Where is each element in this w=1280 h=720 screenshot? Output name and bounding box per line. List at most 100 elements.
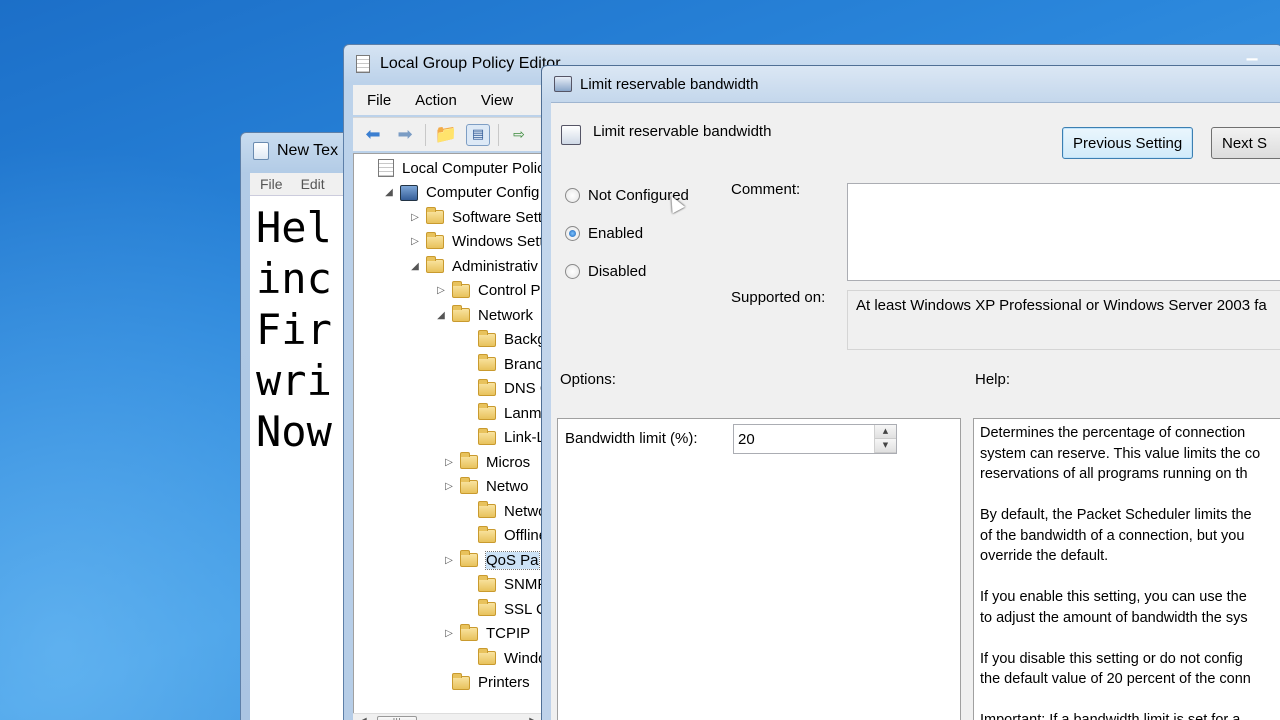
scroll-thumb[interactable]: ||| — [376, 716, 417, 720]
radio-label: Enabled — [588, 225, 644, 242]
expand-arrow-icon[interactable]: ▷ — [408, 212, 422, 223]
tree-node[interactable]: ▷ Control Pa — [434, 279, 542, 303]
menu-file[interactable]: File — [260, 176, 283, 192]
up-folder-icon[interactable]: 📁 — [434, 124, 458, 146]
tree-node-label: Software Setti — [452, 208, 543, 226]
radio-button-icon — [565, 188, 580, 203]
tree-node[interactable]: ▷ QoS Pa — [442, 548, 540, 572]
collapse-arrow-icon[interactable]: ◢ — [434, 310, 448, 321]
tree-node[interactable]: ◢ Computer Config — [382, 181, 539, 205]
comment-label: Comment: — [731, 181, 801, 198]
tree-node-label: Netwo — [486, 478, 529, 495]
tree-node[interactable]: Link-L — [460, 426, 543, 450]
collapse-arrow-icon[interactable]: ◢ — [382, 187, 396, 198]
spin-up-icon[interactable]: ▲ — [875, 425, 896, 439]
folder-icon — [478, 648, 496, 665]
tree-node[interactable]: Netwo — [460, 499, 542, 523]
tree-node[interactable]: Printers — [434, 671, 530, 695]
menu-file[interactable]: File — [367, 92, 391, 109]
menu-view[interactable]: View — [481, 92, 513, 109]
tree-node[interactable]: ▷ Windows Sett — [408, 230, 543, 254]
folder-icon — [426, 231, 444, 249]
folder-icon — [478, 354, 496, 371]
radio-enabled[interactable]: Enabled — [565, 225, 643, 242]
notepad-icon — [253, 142, 269, 160]
spin-down-icon[interactable]: ▼ — [875, 439, 896, 453]
bandwidth-limit-spinner[interactable]: 20 ▲ ▼ — [733, 424, 897, 454]
help-paragraph: If you enable this setting, you can use … — [980, 587, 1280, 628]
tree-node-label: Local Computer Polic — [402, 159, 543, 177]
policy-setting-dialog[interactable]: Limit reservable bandwidth Limit reserva… — [541, 65, 1280, 720]
tree-node[interactable]: Branch — [460, 352, 542, 376]
help-text-line: override the default. — [980, 548, 1109, 564]
tree-node-label: Network — [478, 306, 534, 324]
expand-arrow-icon[interactable]: ▷ — [408, 236, 422, 247]
dialog-titlebar[interactable]: Limit reservable bandwidth — [542, 66, 1280, 102]
menu-edit[interactable]: Edit — [301, 176, 325, 192]
policy-editor-icon — [356, 55, 370, 73]
show-hide-tree-icon[interactable]: ▤ — [466, 123, 490, 146]
expand-arrow-icon[interactable]: ▷ — [442, 457, 456, 468]
supported-on-value: At least Windows XP Professional or Wind… — [847, 290, 1280, 350]
tree-node-label: Lanma — [504, 404, 542, 422]
help-paragraph: If you disable this setting or do not co… — [980, 649, 1280, 690]
options-label: Options: — [560, 371, 616, 388]
expand-arrow-icon[interactable]: ▷ — [442, 555, 456, 566]
comment-input[interactable] — [847, 183, 1280, 281]
tree-node[interactable]: ▷ Netwo — [442, 475, 529, 499]
tree-node-label: Windows Sett — [452, 233, 543, 250]
scroll-left-icon[interactable]: ◀ — [359, 716, 367, 720]
tree-node[interactable]: ◢ Administrativ — [408, 254, 538, 278]
tree-node-label: Administrativ — [452, 257, 538, 275]
folder-icon — [478, 501, 496, 518]
next-setting-button[interactable]: Next S — [1211, 127, 1280, 159]
folder-icon — [478, 378, 496, 396]
scroll-right-icon[interactable]: ▶ — [529, 716, 537, 720]
previous-setting-button[interactable]: Previous Setting — [1062, 127, 1194, 159]
tree-node[interactable]: Lanma — [460, 401, 542, 425]
network-policy-icon — [554, 76, 572, 92]
tree-node-label: Offline — [504, 527, 543, 544]
tree-node[interactable]: DNS C — [460, 377, 542, 401]
expand-arrow-icon[interactable]: ▷ — [442, 628, 456, 639]
collapse-arrow-icon[interactable]: ◢ — [408, 261, 422, 272]
export-list-icon[interactable]: ⇨ — [507, 124, 531, 146]
tree-node[interactable]: SNMP — [460, 573, 542, 597]
tree-node[interactable]: ▷ Micros — [442, 450, 530, 474]
radio-disabled[interactable]: Disabled — [565, 263, 646, 280]
tree-node[interactable]: Local Computer Polic — [360, 156, 543, 180]
help-label: Help: — [975, 371, 1011, 388]
tree-node[interactable]: ◢ Network — [434, 303, 533, 327]
doc-icon — [378, 159, 394, 177]
folder-icon — [478, 525, 496, 543]
tree-node[interactable]: ▷ TCPIP — [442, 622, 530, 646]
tree-node[interactable]: ▷ Software Setti — [408, 205, 543, 229]
tree-node-label: Link-L — [504, 429, 543, 446]
tree-node[interactable]: Backgr — [460, 328, 542, 352]
forward-arrow-icon[interactable]: ➡ — [393, 124, 417, 146]
help-pane: Determines the percentage of connection s… — [973, 418, 1280, 720]
minimize-button[interactable]: ▁ — [1232, 45, 1272, 65]
tree-horizontal-scrollbar[interactable]: ◀ ||| ▶ — [353, 713, 543, 720]
help-text-line: If you disable this setting or do not co… — [980, 650, 1243, 667]
folder-icon — [426, 207, 444, 224]
menu-action[interactable]: Action — [415, 92, 457, 109]
help-paragraph: By default, the Packet Scheduler limits … — [980, 505, 1280, 567]
folder-icon — [478, 599, 496, 616]
gpe-toolbar: ⬅ ➡ 📁 ▤ ⇨ — [353, 117, 543, 151]
tree-node[interactable]: SSL Co — [460, 597, 542, 621]
notepad-title: New Tex — [277, 142, 339, 159]
expand-arrow-icon[interactable]: ▷ — [434, 285, 448, 296]
folder-icon — [478, 574, 496, 592]
tree-node-label: Printers — [478, 674, 530, 691]
expand-arrow-icon[interactable]: ▷ — [442, 481, 456, 492]
tree-node[interactable]: Windo — [460, 646, 542, 670]
options-pane: Bandwidth limit (%): 20 ▲ ▼ — [557, 418, 961, 720]
bandwidth-limit-value[interactable]: 20 — [734, 431, 874, 448]
tree-node[interactable]: Offline — [460, 524, 543, 548]
tree-node-label: Computer Config — [426, 184, 540, 201]
policy-tree[interactable]: Local Computer Polic ◢ Computer Config ▷ Sof… — [353, 153, 543, 715]
tree-node-label: TCPIP — [486, 625, 531, 642]
back-arrow-icon[interactable]: ⬅ — [361, 124, 385, 146]
dialog-title: Limit reservable bandwidth — [580, 75, 759, 93]
